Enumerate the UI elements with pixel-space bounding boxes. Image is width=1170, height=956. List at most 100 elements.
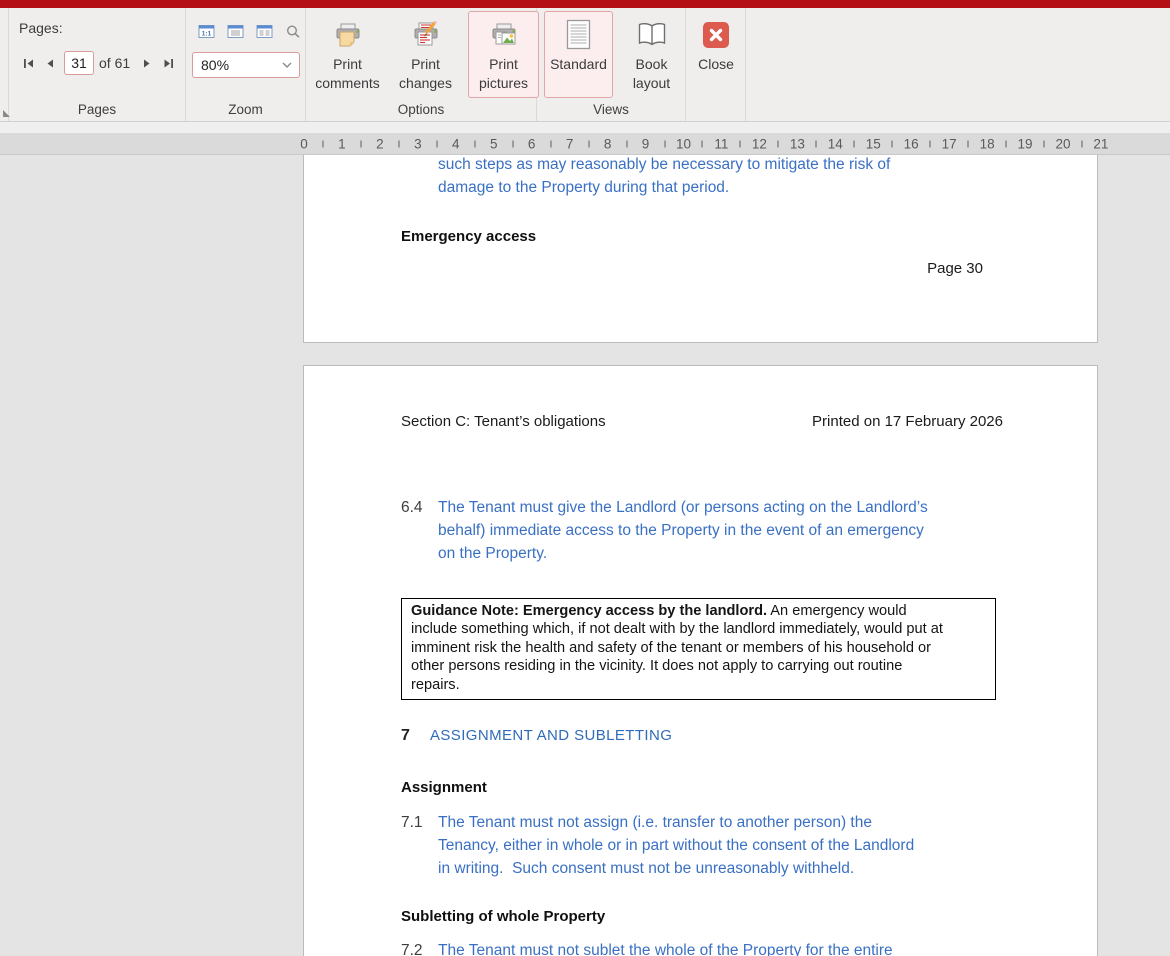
ruler-mark: 17 <box>942 136 957 151</box>
ruler-tick <box>853 140 855 147</box>
ruler-mark: 19 <box>1018 136 1033 151</box>
standard-view-icon <box>566 16 591 53</box>
print-changes-icon <box>409 16 443 53</box>
ruler-tick <box>1005 140 1007 147</box>
page30-body-text: such steps as may reasonably be necessar… <box>438 155 890 199</box>
clause-number: 7.1 <box>401 811 423 834</box>
book-layout-button[interactable]: Booklayout <box>617 11 686 98</box>
section-7-heading: 7 ASSIGNMENT AND SUBLETTING <box>401 727 672 745</box>
svg-text:1:1: 1:1 <box>201 30 211 37</box>
first-page-button[interactable] <box>17 52 39 74</box>
print-preview-window: Pages: of 61 <box>0 0 1170 956</box>
ruler-mark: 1 <box>338 136 346 151</box>
button-label: Close <box>698 55 734 74</box>
button-label: comments <box>315 74 380 93</box>
ruler-tick <box>967 140 969 147</box>
print-preview-ribbon: Pages: of 61 <box>0 8 1170 122</box>
ribbon-corner-arrow-icon[interactable] <box>3 110 10 117</box>
current-page-input[interactable] <box>64 51 94 75</box>
previous-page-button[interactable] <box>39 52 61 74</box>
ruler-mark: 7 <box>566 136 574 151</box>
last-page-icon <box>162 57 175 70</box>
ruler-tick <box>891 140 893 147</box>
close-icon <box>702 16 730 53</box>
ruler-mark: 6 <box>528 136 536 151</box>
zoom-100-button[interactable]: 1:1 <box>194 21 218 41</box>
ribbon-group-zoom: 1:1 80% <box>186 8 306 121</box>
zoom-level-select[interactable]: 80% <box>192 52 300 78</box>
emergency-access-heading: Emergency access <box>401 228 536 245</box>
ruler-band: 0123456789101112131415161718192021 <box>0 133 1170 155</box>
ruler-tick <box>626 140 628 147</box>
button-label: pictures <box>479 74 528 93</box>
ribbon-group-views: Standard Booklayout Views <box>537 8 686 121</box>
zoom-page-width-button[interactable] <box>223 21 247 41</box>
ruler-mark: 11 <box>714 136 728 151</box>
section-number: 7 <box>401 727 410 745</box>
pages-field-label: Pages: <box>19 20 63 36</box>
print-changes-button[interactable]: Printchanges <box>390 11 461 98</box>
clause-6-4: 6.4 The Tenant must give the Landlord (o… <box>401 496 928 565</box>
book-layout-icon <box>637 16 667 53</box>
last-page-button[interactable] <box>157 52 179 74</box>
page-navigation: of 61 <box>17 51 179 75</box>
previous-page-icon <box>44 57 57 70</box>
page-31: Section C: Tenant’s obligations Printed … <box>303 365 1098 956</box>
group-label-options: Options <box>306 100 536 121</box>
ruler-mark: 21 <box>1093 136 1108 151</box>
ruler-mark: 9 <box>642 136 650 151</box>
guidance-note-title: Guidance Note: Emergency access by the l… <box>411 603 767 619</box>
print-comments-button[interactable]: Printcomments <box>312 11 383 98</box>
print-pictures-button[interactable]: Printpictures <box>468 11 539 98</box>
ruler-mark: 12 <box>752 136 767 151</box>
ribbon-group-pages: Pages: of 61 <box>8 8 186 121</box>
subletting-heading: Subletting of whole Property <box>401 908 605 925</box>
page-30: such steps as may reasonably be necessar… <box>303 155 1098 343</box>
zoom-two-pages-button[interactable] <box>252 21 276 41</box>
ruler-mark: 0 <box>300 136 308 151</box>
page30-footer: Page 30 <box>401 260 983 277</box>
ribbon-filler <box>746 8 1170 121</box>
clause-number: 6.4 <box>401 496 423 519</box>
ribbon-group-close: Close <box>686 8 746 121</box>
titlebar <box>0 0 1170 8</box>
print-pictures-icon <box>487 16 521 53</box>
ruler-mark: 3 <box>414 136 422 151</box>
button-label: layout <box>633 74 670 93</box>
clause-7-1: 7.1 The Tenant must not assign (i.e. tra… <box>401 811 914 880</box>
page31-header: Section C: Tenant’s obligations Printed … <box>401 413 1003 430</box>
zoom-page-width-icon <box>227 24 244 39</box>
zoom-magnifier-button[interactable] <box>281 21 305 41</box>
button-label: Print <box>315 55 380 74</box>
standard-view-button[interactable]: Standard <box>544 11 613 98</box>
first-page-icon <box>22 57 35 70</box>
assignment-heading: Assignment <box>401 779 487 796</box>
ruler-tick <box>512 140 514 147</box>
print-comments-icon <box>331 16 365 53</box>
button-label: Print <box>399 55 452 74</box>
ruler-mark: 18 <box>980 136 995 151</box>
ruler-mark: 15 <box>866 136 881 151</box>
ribbon-group-options: Printcomments Printchanges Printpictures <box>306 8 537 121</box>
ruler-mark: 8 <box>604 136 612 151</box>
group-label-close <box>686 100 745 121</box>
ruler-mark: 5 <box>490 136 498 151</box>
ruler-mark: 10 <box>676 136 691 151</box>
close-preview-button[interactable]: Close <box>690 11 742 98</box>
group-label-views: Views <box>537 100 685 121</box>
ruler-tick <box>701 140 703 147</box>
header-printed-date: Printed on 17 February 2026 <box>812 413 1003 430</box>
next-page-button[interactable] <box>135 52 157 74</box>
magnifier-icon <box>285 24 302 39</box>
group-label-pages: Pages <box>9 100 185 121</box>
zoom-100-icon: 1:1 <box>198 24 215 39</box>
ruler-mark: 20 <box>1055 136 1070 151</box>
ruler-tick <box>1043 140 1045 147</box>
ruler-tick <box>815 140 817 147</box>
next-page-icon <box>140 57 153 70</box>
button-label: Standard <box>550 55 607 74</box>
guidance-note-box: Guidance Note: Emergency access by the l… <box>401 598 996 700</box>
ruler-tick <box>739 140 741 147</box>
ruler-tick <box>664 140 666 147</box>
ruler-mark: 16 <box>904 136 919 151</box>
